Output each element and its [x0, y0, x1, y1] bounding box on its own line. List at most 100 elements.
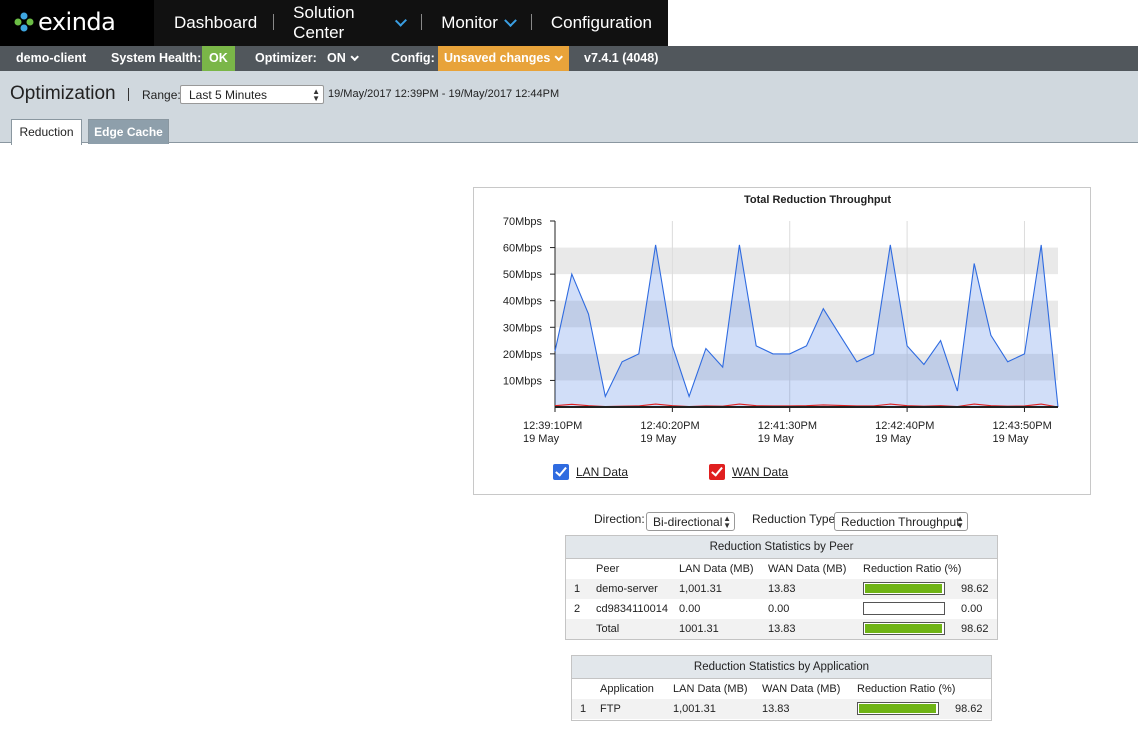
table-header-row: Peer LAN Data (MB) WAN Data (MB) Reducti… [566, 559, 997, 579]
nav-label: Configuration [550, 13, 652, 32]
reduction-type-select[interactable]: Reduction Throughput ▲ ▼ [834, 512, 968, 531]
logo[interactable]: exinda [0, 0, 154, 46]
chevron-down-icon [504, 13, 517, 27]
legend-lan[interactable]: LAN Data [553, 464, 628, 480]
x-tick-label: 12:43:50PM [992, 420, 1051, 432]
row-index: 1 [574, 583, 581, 595]
direction-label: Direction: [594, 512, 645, 526]
table-total-row: Total 1001.31 13.83 98.62 [566, 619, 997, 639]
wan-data: 13.83 [762, 703, 790, 715]
main-nav: Dashboard Solution Center Monitor Config… [154, 0, 668, 46]
chart-title: Total Reduction Throughput [744, 194, 891, 206]
y-tick-label: 40Mbps [503, 296, 543, 308]
tab-baseline [0, 142, 1138, 143]
range-datetime: 19/May/2017 12:39PM - 19/May/2017 12:44P… [328, 88, 560, 100]
range-value: Last 5 Minutes [189, 88, 268, 102]
application-stats-table: Reduction Statistics by Application Appl… [571, 655, 992, 721]
ratio-bar [857, 702, 939, 715]
optimizer-toggle[interactable]: ON [327, 46, 359, 71]
unsaved-changes-button[interactable]: Unsaved changes [438, 46, 570, 71]
wan-data: 0.00 [768, 603, 790, 615]
column-header: LAN Data (MB) [673, 683, 748, 695]
legend-label: WAN Data [732, 465, 789, 479]
column-header: WAN Data (MB) [762, 683, 841, 695]
table-caption: Reduction Statistics by Peer [566, 536, 997, 559]
ratio-bar-fill [865, 584, 942, 593]
y-tick-label: 70Mbps [503, 216, 543, 228]
top-navbar: exinda Dashboard Solution Center Monitor… [0, 0, 1138, 46]
optimizer-label: Optimizer: [255, 51, 317, 65]
checkbox-checked-icon[interactable] [553, 464, 569, 480]
x-tick-label: 12:42:40PM [875, 420, 934, 432]
ratio-bar-fill [859, 704, 936, 713]
grid-band [555, 247, 1058, 275]
lan-data: 1,001.31 [679, 583, 722, 595]
ratio-bar-fill [865, 624, 942, 633]
divider [128, 88, 129, 101]
range-select[interactable]: Last 5 Minutes ▲ ▼ [180, 85, 324, 104]
tab-reduction[interactable]: Reduction [11, 119, 82, 145]
row-index: 1 [580, 703, 587, 715]
wan-data: 13.83 [768, 583, 796, 595]
system-health-badge[interactable]: OK [202, 46, 235, 71]
y-tick-label: 60Mbps [503, 243, 543, 255]
table-row[interactable]: 1 FTP 1,001.31 13.83 98.62 [572, 699, 991, 719]
y-tick-label: 50Mbps [503, 269, 543, 281]
brand-name: exinda [38, 8, 116, 36]
x-tick-date: 19 May [758, 433, 795, 445]
nav-solution-center[interactable]: Solution Center [273, 0, 421, 46]
lan-data: 0.00 [679, 603, 701, 615]
exinda-logo-icon [14, 12, 34, 32]
table-row[interactable]: 1 demo-server 1,001.31 13.83 98.62 [566, 579, 997, 599]
table-caption: Reduction Statistics by Application [572, 656, 991, 679]
x-tick-date: 19 May [992, 433, 1029, 445]
lan-data: 1,001.31 [673, 703, 716, 715]
status-bar: demo-client System Health: OK Optimizer:… [0, 46, 1138, 71]
config-value: Unsaved changes [444, 51, 551, 65]
ratio-bar [863, 582, 945, 595]
column-header: Reduction Ratio (%) [863, 563, 962, 575]
y-tick-label: 20Mbps [503, 349, 543, 361]
legend-wan[interactable]: WAN Data [709, 464, 788, 480]
ratio-value: 98.62 [955, 703, 983, 715]
nav-configuration[interactable]: Configuration [530, 0, 668, 46]
table-row[interactable]: 2 cd9834110014 0.00 0.00 0.00 [566, 599, 997, 619]
x-tick-date: 19 May [640, 433, 677, 445]
client-name: demo-client [16, 51, 87, 65]
chart-canvas: Total Reduction Throughput 70Mbps 60Mbps 50… [503, 194, 1059, 445]
throughput-chart: Total Reduction Throughput 70Mbps 60Mbps 50… [473, 187, 1091, 495]
column-header: Reduction Ratio (%) [857, 683, 956, 695]
ratio-value: 0.00 [961, 603, 983, 615]
updown-arrows-icon: ▲ ▼ [723, 514, 731, 530]
reduction-type-value: Reduction Throughput [841, 515, 960, 529]
nav-label: Monitor [441, 13, 498, 32]
checkbox-checked-icon[interactable] [709, 464, 725, 480]
nav-dashboard[interactable]: Dashboard [154, 0, 273, 46]
direction-select[interactable]: Bi-directional ▲ ▼ [646, 512, 735, 531]
page-title: Optimization [10, 83, 116, 104]
y-tick-label: 10Mbps [503, 375, 543, 387]
peer-stats-table: Reduction Statistics by Peer Peer LAN Da… [565, 535, 998, 640]
x-tick-date: 19 May [875, 433, 912, 445]
system-health-label: System Health: [111, 51, 202, 65]
nav-monitor[interactable]: Monitor [421, 0, 531, 46]
row-index: 2 [574, 603, 581, 615]
table-header-row: Application LAN Data (MB) WAN Data (MB) … [572, 679, 991, 699]
column-header: Application [600, 683, 654, 695]
ratio-bar [863, 602, 945, 615]
ratio-value: 98.62 [961, 623, 989, 635]
application-name: FTP [600, 703, 621, 715]
config-label: Config: [391, 51, 435, 65]
ratio-bar [863, 622, 945, 635]
peer-name: demo-server [596, 583, 658, 595]
x-tick-label: 12:41:30PM [758, 420, 817, 432]
version-text: v7.4.1 (4048) [584, 51, 659, 65]
column-header: LAN Data (MB) [679, 563, 754, 575]
direction-value: Bi-directional [653, 515, 723, 529]
peer-name: cd9834110014 [596, 603, 668, 615]
legend-label: LAN Data [576, 465, 629, 479]
x-tick-date: 19 May [523, 433, 560, 445]
chevron-down-icon [395, 14, 408, 27]
tab-edge-cache[interactable]: Edge Cache [88, 119, 169, 144]
total-label: Total [596, 623, 620, 635]
